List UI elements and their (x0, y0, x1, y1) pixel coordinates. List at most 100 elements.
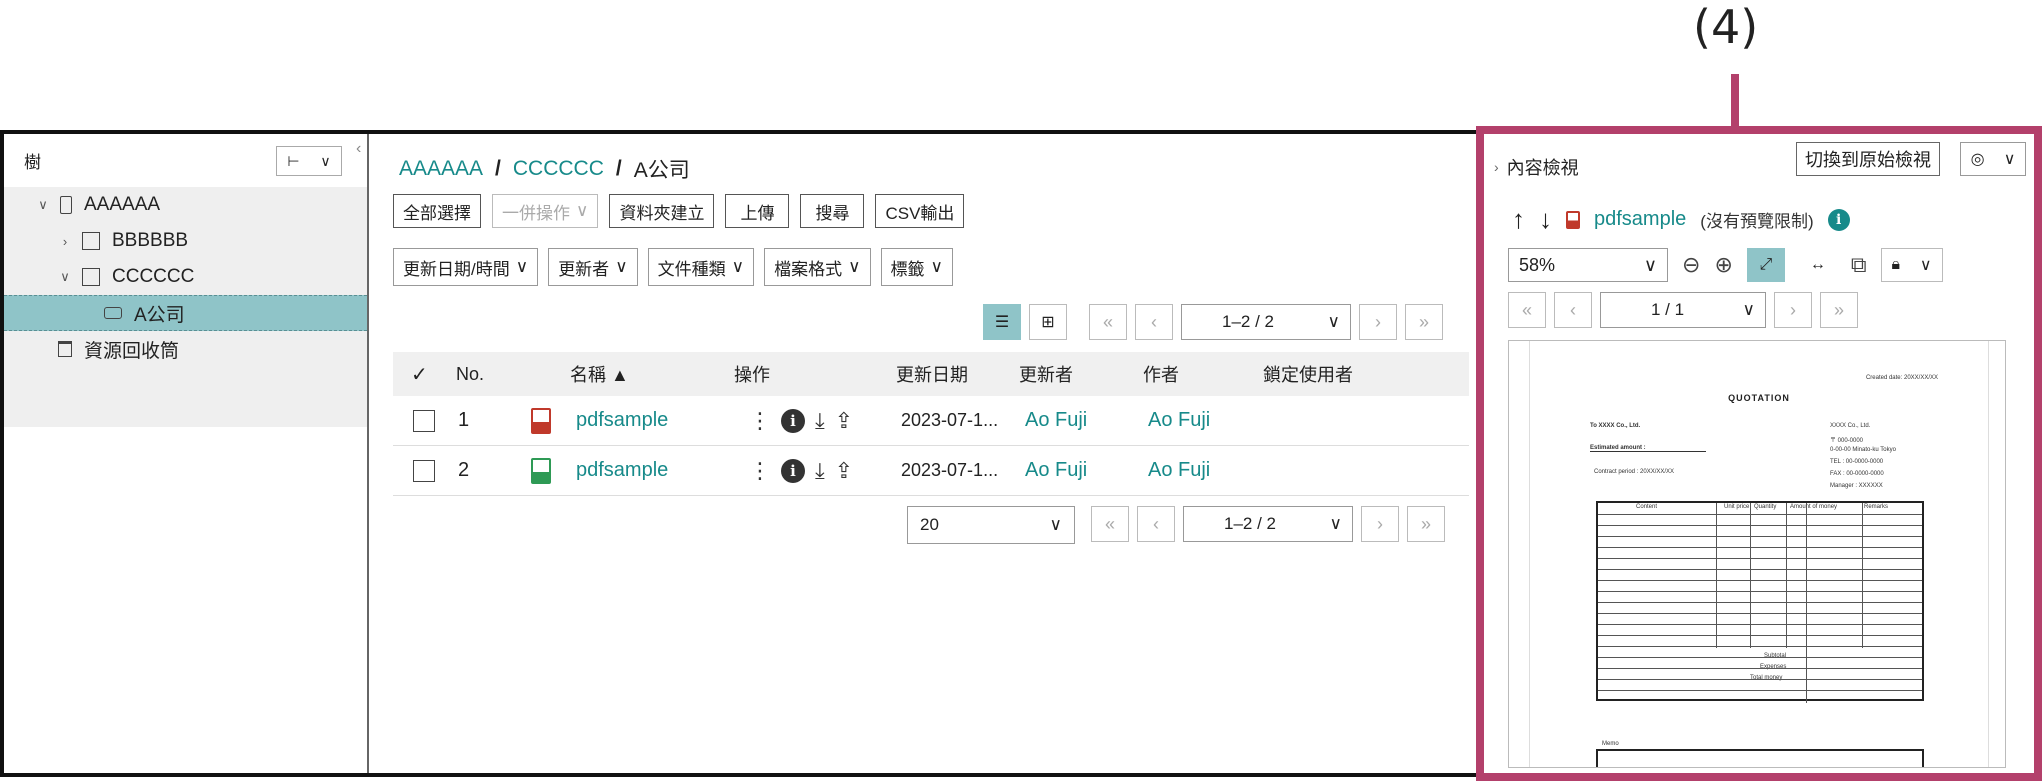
prev-page-icon[interactable]: ‹ (1554, 292, 1592, 328)
last-page-icon[interactable]: » (1405, 304, 1443, 340)
first-page-icon[interactable]: « (1089, 304, 1127, 340)
tree-item-recycle-bin[interactable]: 資源回收筒 (4, 331, 367, 367)
download-icon[interactable]: ⤓ (815, 408, 825, 434)
breadcrumb-link[interactable]: CCCCCC (513, 157, 604, 181)
chevron-right-icon[interactable]: › (58, 234, 72, 249)
info-icon[interactable]: i (1827, 208, 1850, 231)
preview-page-select[interactable]: 1 / 1 ∨ (1600, 292, 1766, 328)
chevron-down-icon: ∨ (2003, 151, 2016, 168)
per-page-select[interactable]: 20 ∨ (907, 506, 1075, 544)
col-updated[interactable]: 更新日期 (896, 361, 968, 387)
doc-expenses-label: Expenses (1760, 664, 1787, 670)
chevron-down-icon[interactable]: ∨ (58, 269, 72, 285)
doc-col-header: Unit price (1724, 504, 1750, 510)
more-icon[interactable]: ⋮ (749, 458, 771, 484)
check-icon[interactable]: ✓ (411, 362, 428, 387)
tree-item-bbbbbb[interactable]: › BBBBBB (4, 223, 367, 259)
filter-tag[interactable]: 標籤 ∨ (880, 248, 953, 286)
copy-icon[interactable]: ⧉ (1851, 252, 1867, 278)
row-checkbox[interactable] (413, 459, 435, 482)
last-page-icon[interactable]: » (1407, 506, 1445, 542)
checkout-lock-icon[interactable]: ⇪ (835, 458, 853, 484)
chevron-down-icon[interactable]: ∨ (36, 197, 50, 213)
device-icon (60, 196, 72, 214)
page-range: 1–2 / 2 (1222, 312, 1274, 331)
zoom-in-icon[interactable]: ⊕ (1714, 252, 1732, 278)
row-updater[interactable]: Ao Fuji (1025, 409, 1087, 432)
file-name-link[interactable]: pdfsample (576, 409, 668, 432)
doc-table-rule (1598, 558, 1922, 559)
file-name-link[interactable]: pdfsample (576, 459, 668, 482)
zoom-out-icon[interactable]: ⊖ (1682, 252, 1700, 278)
doc-table-rule (1598, 646, 1922, 647)
document-page: Created date: 20XX/XX/XX QUOTATION To XX… (1529, 341, 1989, 767)
prev-page-icon[interactable]: ‹ (1135, 304, 1173, 340)
checkout-lock-icon[interactable]: ⇪ (835, 408, 853, 434)
select-all-button[interactable]: 全部選擇 (393, 194, 481, 228)
first-page-icon[interactable]: « (1508, 292, 1546, 328)
col-locker[interactable]: 鎖定使用者 (1263, 361, 1353, 387)
first-page-icon[interactable]: « (1091, 506, 1129, 542)
next-page-icon[interactable]: › (1359, 304, 1397, 340)
row-checkbox[interactable] (413, 409, 435, 432)
filter-updated-datetime[interactable]: 更新日期/時間 ∨ (393, 248, 539, 286)
tree-item-aaaaaa[interactable]: ∨ AAAAAA (4, 187, 367, 223)
filter-file-format[interactable]: 檔案格式 ∨ (764, 248, 871, 286)
row-author[interactable]: Ao Fuji (1148, 459, 1210, 482)
security-button[interactable]: 🔒︎ ∨ (1880, 248, 1943, 282)
breadcrumb: AAAAAA / CCCCCC / A公司 (399, 154, 690, 184)
filter-document-type[interactable]: 文件種類 ∨ (647, 248, 755, 286)
row-author[interactable]: Ao Fuji (1148, 409, 1210, 432)
tree-item-cccccc[interactable]: ∨ CCCCCC (4, 259, 367, 295)
arrow-down-icon[interactable]: ↓ (1539, 204, 1552, 235)
chevron-down-icon: ∨ (1329, 514, 1342, 533)
document-preview[interactable]: Created date: 20XX/XX/XX QUOTATION To XX… (1508, 340, 2006, 768)
main-panel: AAAAAA / CCCCCC / A公司 全部選擇 一併操作 ∨ 資料夾建立 … (371, 134, 1482, 773)
doc-table-column-rule (1750, 503, 1751, 648)
search-button[interactable]: 搜尋 (800, 194, 865, 228)
filter-label: 標籤 (890, 259, 925, 279)
page-select[interactable]: 1–2 / 2 ∨ (1183, 506, 1353, 542)
col-name[interactable]: 名稱 ▲ (570, 361, 629, 387)
grid-view-icon[interactable]: ⊞ (1029, 304, 1067, 340)
chevron-right-icon[interactable]: › (1494, 159, 1499, 175)
collapse-tree-button[interactable]: ‹ (356, 140, 361, 158)
switch-original-view-button[interactable]: 切換到原始檢視 (1796, 142, 1940, 176)
zoom-select[interactable]: 58% ∨ (1508, 248, 1668, 282)
more-icon[interactable]: ⋮ (749, 408, 771, 434)
row-updater[interactable]: Ao Fuji (1025, 459, 1087, 482)
info-icon[interactable]: i (781, 458, 805, 483)
fit-width-icon[interactable]: ↔ (1799, 248, 1837, 282)
fit-page-icon[interactable]: ⤢ (1746, 248, 1785, 282)
filter-updater[interactable]: 更新者 ∨ (548, 248, 638, 286)
prev-page-icon[interactable]: ‹ (1137, 506, 1175, 542)
tree-item-label: BBBBBB (112, 230, 189, 251)
row-actions: ⋮ i ⤓ ⇪ (749, 408, 853, 434)
breadcrumb-link[interactable]: AAAAAA (399, 157, 483, 181)
table-row[interactable]: 2 pdfsample ⋮ i ⤓ ⇪ 2023-07-1... Ao Fuji… (393, 446, 1469, 496)
doc-table-rule (1598, 624, 1922, 625)
tree-item-a-company[interactable]: A公司 (4, 295, 367, 331)
upload-button[interactable]: 上傳 (725, 194, 790, 228)
col-author[interactable]: 作者 (1143, 361, 1179, 387)
view-options-button[interactable]: ◎ ∨ (1960, 142, 2026, 176)
next-page-icon[interactable]: › (1361, 506, 1399, 542)
col-updater[interactable]: 更新者 (1019, 361, 1073, 387)
tree-view-toggle[interactable]: ⊢ ∨ (276, 146, 342, 176)
create-folder-button[interactable]: 資料夾建立 (609, 194, 715, 228)
doc-col-header: Remarks (1864, 504, 1889, 510)
table-row[interactable]: 1 pdfsample ⋮ i ⤓ ⇪ 2023-07-1... Ao Fuji… (393, 396, 1469, 446)
chevron-down-icon: ∨ (615, 257, 628, 276)
download-icon[interactable]: ⤓ (815, 458, 825, 484)
arrow-up-icon[interactable]: ↑ (1512, 204, 1525, 235)
last-page-icon[interactable]: » (1820, 292, 1858, 328)
csv-export-button[interactable]: CSV輸出 (875, 194, 965, 228)
list-view-icon[interactable]: ☰ (983, 304, 1021, 340)
page-select[interactable]: 1–2 / 2 ∨ (1181, 304, 1351, 340)
doc-col-header: Amount of money (1790, 504, 1838, 510)
callout-label: (4) (1693, 0, 1759, 54)
info-icon[interactable]: i (781, 408, 805, 433)
filter-label: 檔案格式 (774, 259, 843, 279)
bulk-action-button[interactable]: 一併操作 ∨ (492, 194, 599, 228)
next-page-icon[interactable]: › (1774, 292, 1812, 328)
